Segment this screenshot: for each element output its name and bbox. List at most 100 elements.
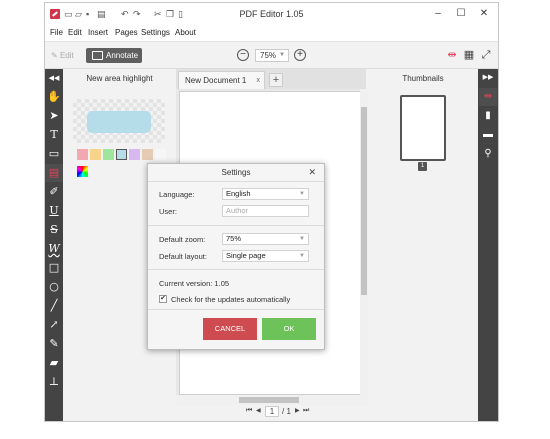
select-arrow-icon[interactable]: ➤: [45, 107, 63, 125]
menu-about[interactable]: About: [175, 28, 196, 37]
divider: [148, 225, 324, 226]
add-tab-button[interactable]: +: [269, 73, 283, 87]
arrow-icon[interactable]: ↗: [45, 316, 63, 334]
zoom-select[interactable]: 75% ▼: [255, 49, 289, 62]
right-tool-strip: ▶▶ ⇹ ▮ ▬ ⚲: [478, 69, 498, 421]
dialog-close-icon[interactable]: ✕: [308, 167, 316, 178]
divider: [148, 309, 324, 310]
edit-mode-label: Edit: [59, 51, 74, 60]
last-page-button[interactable]: ⏭: [303, 407, 309, 415]
menu-settings[interactable]: Settings: [141, 28, 170, 37]
annotate-mode-label: Annotate: [106, 51, 139, 60]
cancel-button[interactable]: CANCEL: [203, 318, 257, 340]
language-select[interactable]: English ▼: [222, 188, 309, 200]
strikethrough-icon[interactable]: S: [45, 221, 63, 239]
settings-dialog: Settings ✕ Language: English ▼ User: Aut…: [147, 163, 325, 350]
vertical-scrollbar[interactable]: [360, 89, 368, 395]
line-icon[interactable]: ╱: [45, 297, 63, 315]
chevron-down-icon: ▼: [299, 191, 305, 197]
menu-edit[interactable]: Edit: [68, 28, 82, 37]
fullscreen-icon[interactable]: ⤢: [480, 49, 492, 61]
collapse-left-icon[interactable]: ◀◀: [45, 69, 63, 87]
color-swatch-white[interactable]: [155, 149, 166, 160]
page-thumbnail[interactable]: [400, 95, 446, 161]
page-navigation: ⏮ ◀ 1 / 1 ▶ ⏭: [176, 405, 368, 419]
menu-pages[interactable]: Pages: [115, 28, 138, 37]
default-layout-select[interactable]: Single page ▼: [222, 250, 309, 262]
eraser-icon[interactable]: ▰: [45, 354, 63, 372]
current-version-text: Current version: 1.05: [159, 279, 230, 288]
next-page-button[interactable]: ▶: [295, 407, 300, 414]
default-zoom-select[interactable]: 75% ▼: [222, 233, 309, 245]
close-button[interactable]: ✕: [474, 7, 494, 21]
default-layout-label: Default layout:: [159, 252, 207, 261]
text-tool-icon[interactable]: T: [45, 126, 63, 144]
underline-icon[interactable]: U: [45, 202, 63, 220]
menu-insert[interactable]: Insert: [88, 28, 108, 37]
two-page-view-icon[interactable]: ▦: [463, 49, 475, 61]
highlight-preview-fill: [87, 111, 151, 133]
highlight-preview: [73, 99, 165, 143]
stamp-icon[interactable]: ⊥: [45, 373, 63, 391]
color-swatch-yellow[interactable]: [90, 149, 101, 160]
divider: [148, 181, 324, 182]
color-swatch-tan[interactable]: [142, 149, 153, 160]
dialog-title: Settings: [221, 168, 251, 177]
ok-button[interactable]: OK: [262, 318, 316, 340]
user-field[interactable]: Author: [222, 205, 309, 217]
collapse-right-icon[interactable]: ▶▶: [479, 69, 497, 87]
minimize-button[interactable]: –: [428, 7, 448, 21]
menu-bar: File Edit Insert Pages Settings About: [45, 25, 498, 41]
color-swatch-green[interactable]: [103, 149, 114, 160]
page-number-input[interactable]: 1: [265, 406, 279, 417]
rectangle-icon[interactable]: □: [45, 259, 63, 277]
squiggly-underline-icon[interactable]: W: [45, 240, 63, 258]
horizontal-scroll-thumb[interactable]: [239, 397, 299, 403]
language-value: English: [226, 189, 251, 198]
comment-icon[interactable]: ▭: [45, 145, 63, 163]
annotate-mode-button[interactable]: Annotate: [86, 48, 142, 63]
tab-new-document-1[interactable]: New Document 1 x: [178, 71, 265, 89]
updates-checkbox[interactable]: ✔: [159, 295, 167, 303]
zoom-value: 75%: [260, 51, 277, 60]
chevron-down-icon: ▼: [299, 253, 305, 259]
highlight-area-icon[interactable]: ▤: [45, 164, 63, 182]
custom-color-picker-icon[interactable]: [77, 166, 88, 177]
edit-mode-button[interactable]: ✎ Edit: [51, 51, 74, 60]
first-page-button[interactable]: ⏮: [246, 407, 252, 415]
vertical-scroll-thumb[interactable]: [361, 107, 367, 295]
highlight-panel-icon[interactable]: ⇹: [479, 88, 497, 106]
zoom-out-button[interactable]: −: [237, 49, 249, 61]
ellipse-icon[interactable]: ○: [45, 278, 63, 296]
color-swatch-blue[interactable]: [116, 149, 127, 160]
hand-tool-icon[interactable]: ✋: [45, 88, 63, 106]
pencil-icon: ✎: [51, 51, 60, 60]
thumbnail-page-number: 1: [418, 162, 427, 171]
speech-bubble-icon: [92, 51, 103, 60]
tab-close-icon[interactable]: x: [257, 72, 261, 90]
color-swatch-purple[interactable]: [129, 149, 140, 160]
prev-page-button[interactable]: ◀: [256, 407, 261, 414]
default-zoom-value: 75%: [226, 234, 242, 243]
chevron-down-icon: ▼: [299, 236, 305, 242]
color-swatch-pink[interactable]: [77, 149, 88, 160]
horizontal-scrollbar[interactable]: [176, 395, 368, 405]
total-pages: / 1: [282, 407, 291, 416]
left-tool-strip: ◀◀ ✋ ➤ T ▭ ▤ ✐ U S W □ ○ ╱ ↗ ✎ ▰ ⊥: [45, 69, 63, 421]
user-label: User:: [159, 207, 177, 216]
thumbnails-panel: Thumbnails 1: [368, 69, 478, 421]
zoom-in-button[interactable]: +: [294, 49, 306, 61]
panel-title: New area highlight: [86, 74, 153, 83]
chevron-down-icon: ▼: [279, 52, 285, 58]
maximize-button[interactable]: ☐: [451, 7, 471, 21]
fit-width-icon[interactable]: ⇹: [446, 49, 458, 61]
pencil-icon[interactable]: ✎: [45, 335, 63, 353]
updates-label: Check for the updates automatically: [171, 295, 291, 304]
search-icon[interactable]: ⚲: [479, 145, 497, 163]
divider: [148, 269, 324, 270]
default-layout-value: Single page: [226, 251, 266, 260]
comment-list-icon[interactable]: ▬: [479, 126, 497, 144]
menu-file[interactable]: File: [50, 28, 63, 37]
bookmark-icon[interactable]: ▮: [479, 107, 497, 125]
highlighter-pen-icon[interactable]: ✐: [45, 183, 63, 201]
